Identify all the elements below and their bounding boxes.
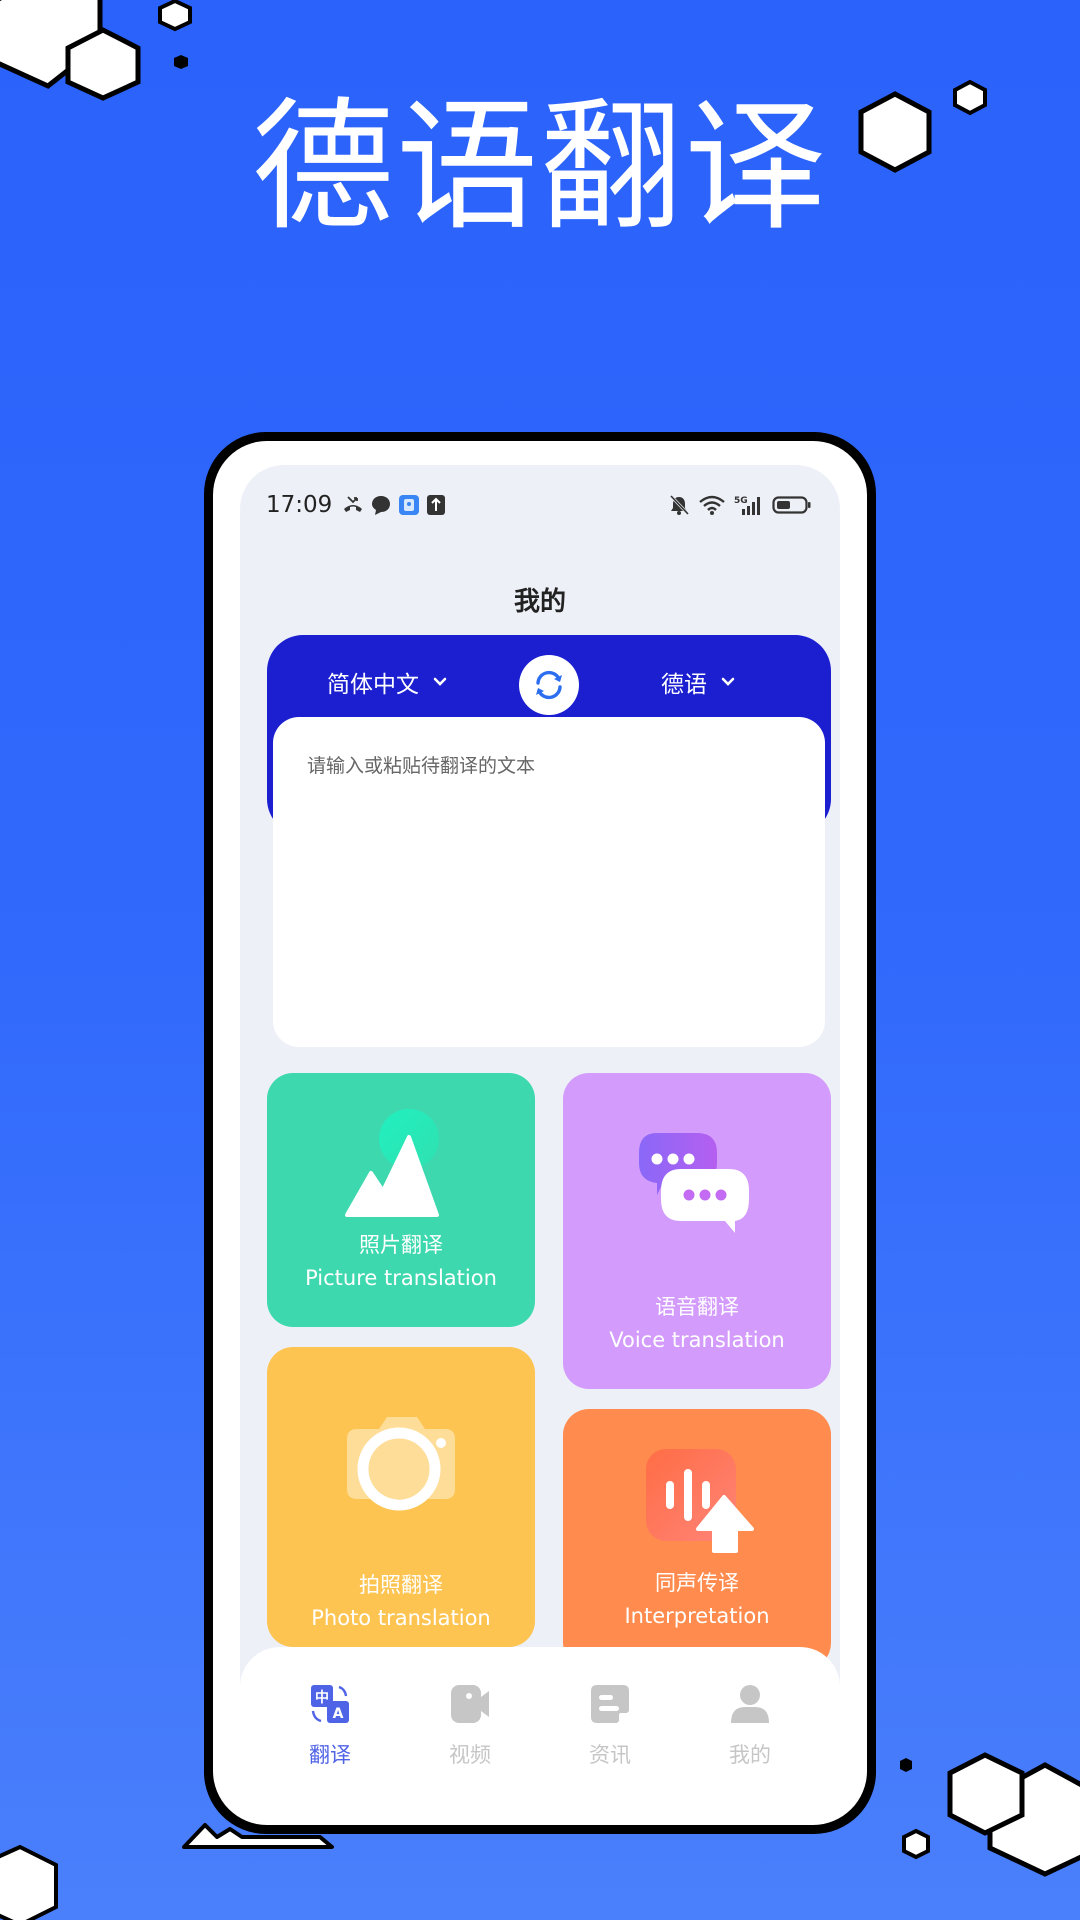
mountain-image-icon [345, 1109, 439, 1217]
app-screen: 17:09 5G 我的 简体中文 德语 请输入或粘贴待翻译的文本 照片翻译 Pi… [240, 465, 840, 1797]
app-notification-icon [399, 495, 420, 515]
mute-bell-icon [669, 494, 690, 516]
target-language-dropdown[interactable]: 德语 [661, 665, 735, 699]
translation-text-input[interactable] [273, 717, 825, 1047]
page-title: 我的 [513, 587, 566, 617]
nav-tab-profile[interactable]: 我的 [695, 1647, 805, 1797]
chevron-down-icon [433, 677, 447, 686]
phone-bezel: 17:09 5G 我的 简体中文 德语 请输入或粘贴待翻译的文本 照片翻译 Pi… [213, 441, 867, 1825]
missed-call-icon [344, 496, 363, 512]
upload-icon [427, 495, 446, 515]
camera-icon [347, 1417, 455, 1511]
source-language-dropdown[interactable]: 简体中文 [327, 665, 447, 699]
feature-label-zh: 拍照翻译 [359, 1573, 443, 1597]
chat-bubbles-icon [639, 1133, 749, 1233]
svg-text:5G: 5G [734, 496, 748, 506]
phone-frame: 17:09 5G 我的 简体中文 德语 请输入或粘贴待翻译的文本 照片翻译 Pi… [204, 432, 876, 1834]
translation-input-card [273, 717, 825, 1047]
video-camera-icon [451, 1685, 489, 1723]
soundwave-upload-icon [646, 1449, 754, 1553]
status-bar: 17:09 5G [240, 465, 840, 545]
news-doc-icon [591, 1685, 629, 1723]
interpretation-card[interactable]: 同声传译 Interpretation [563, 1409, 831, 1669]
5g-signal-icon: 5G [734, 496, 760, 515]
feature-label-zh: 同声传译 [655, 1571, 739, 1595]
translate-icon: 中 A [311, 1685, 349, 1723]
feature-label-en: Photo translation [311, 1606, 491, 1630]
feature-label-en: Interpretation [624, 1604, 770, 1628]
svg-text:中: 中 [315, 1689, 329, 1706]
hero-title: 德语翻译 [252, 85, 828, 250]
bottom-navigation: 中 A 翻译 视频 资讯 我的 [240, 1647, 840, 1797]
nav-label: 资讯 [589, 1743, 631, 1767]
chevron-down-icon [721, 677, 735, 686]
nav-label: 视频 [449, 1743, 491, 1767]
feature-label-zh: 语音翻译 [655, 1295, 739, 1319]
feature-label-en: Picture translation [305, 1266, 497, 1290]
picture-translation-card[interactable]: 照片翻译 Picture translation [267, 1073, 535, 1327]
feature-label-zh: 照片翻译 [359, 1233, 443, 1257]
nav-tab-video[interactable]: 视频 [415, 1647, 525, 1797]
swap-languages-button[interactable] [519, 655, 579, 715]
nav-tab-translate[interactable]: 中 A 翻译 [275, 1647, 385, 1797]
hexagon-decoration-bottom-right [900, 1752, 1080, 1877]
feature-label-en: Voice translation [609, 1328, 785, 1352]
source-language-label: 简体中文 [327, 672, 419, 698]
nav-label: 翻译 [309, 1743, 351, 1767]
svg-text:A: A [333, 1706, 344, 1722]
voice-translation-card[interactable]: 语音翻译 Voice translation [563, 1073, 831, 1389]
battery-icon [772, 496, 811, 514]
swap-refresh-icon [536, 670, 562, 700]
wifi-icon [699, 495, 725, 515]
nav-label: 我的 [729, 1743, 771, 1767]
target-language-label: 德语 [661, 672, 707, 698]
nav-tab-news[interactable]: 资讯 [555, 1647, 665, 1797]
message-bubble-icon [372, 496, 391, 515]
photo-translation-card[interactable]: 拍照翻译 Photo translation [267, 1347, 535, 1647]
status-time: 17:09 [266, 492, 333, 518]
user-profile-icon [731, 1685, 769, 1723]
hexagon-decoration-bottom-left [0, 1845, 58, 1920]
